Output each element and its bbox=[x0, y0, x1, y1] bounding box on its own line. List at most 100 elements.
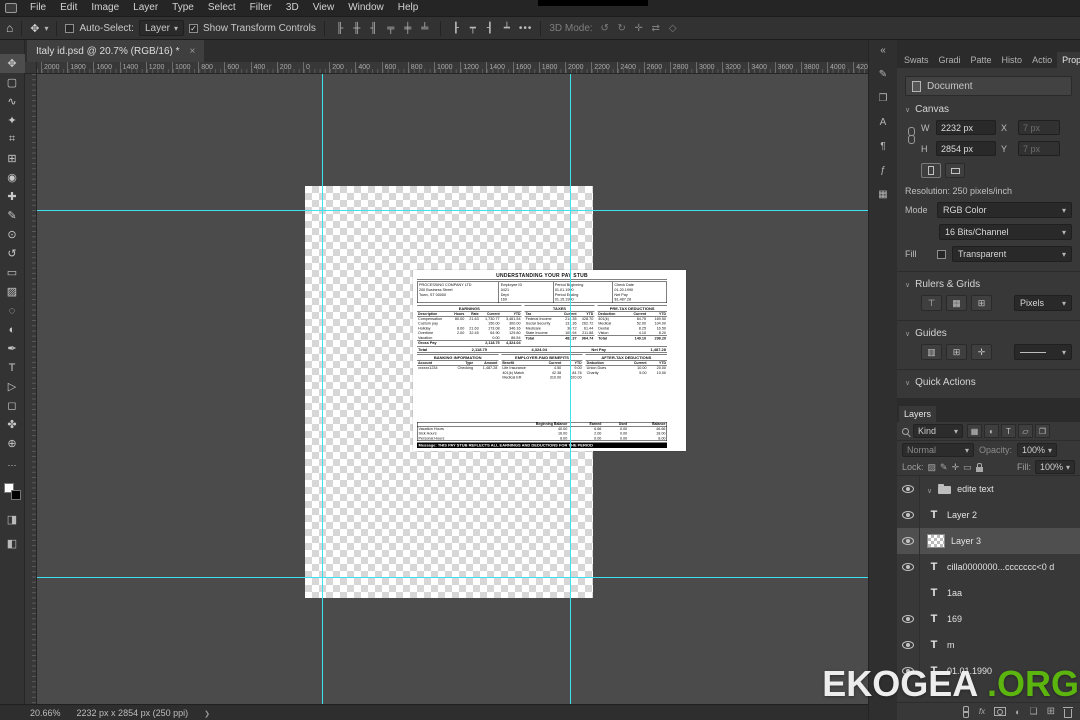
horizontal-guide[interactable] bbox=[37, 210, 868, 211]
color-swatches[interactable] bbox=[3, 483, 21, 500]
close-tab-icon[interactable] bbox=[190, 46, 196, 57]
canvas-section-header[interactable]: Canvas bbox=[905, 104, 1072, 115]
eraser-tool[interactable]: ▭ bbox=[0, 263, 25, 282]
new-group-icon[interactable] bbox=[1030, 706, 1038, 717]
layer-row[interactable]: Tm bbox=[897, 632, 1080, 658]
units-dropdown[interactable]: Pixels bbox=[1014, 295, 1072, 311]
filter-type-layers-icon[interactable]: T bbox=[1001, 424, 1016, 438]
libraries-icon[interactable]: ▦ bbox=[878, 189, 887, 200]
menu-select[interactable]: Select bbox=[201, 0, 243, 16]
shape-tool[interactable]: ◻ bbox=[0, 396, 25, 415]
auto-select-target-dropdown[interactable]: Layer bbox=[138, 20, 184, 36]
menu-edit[interactable]: Edit bbox=[53, 0, 84, 16]
dodge-tool[interactable]: ◐ bbox=[0, 320, 25, 339]
zoom-tool[interactable]: ⊕ bbox=[0, 434, 25, 453]
gradient-tool[interactable]: ▨ bbox=[0, 282, 25, 301]
panel-tab-swats[interactable]: Swats bbox=[899, 52, 934, 68]
bit-depth-dropdown[interactable]: 16 Bits/Channel bbox=[939, 224, 1072, 240]
blur-tool[interactable]: ◌ bbox=[0, 301, 25, 320]
document-selector[interactable]: Document bbox=[905, 76, 1072, 96]
type-tool[interactable]: T bbox=[0, 358, 25, 377]
menu-view[interactable]: View bbox=[306, 0, 342, 16]
edit-toolbar-icon[interactable] bbox=[8, 455, 17, 473]
crop-tool[interactable]: ⌗ bbox=[0, 130, 25, 149]
menu-file[interactable]: File bbox=[23, 0, 53, 16]
filter-shape-layers-icon[interactable]: ▱ bbox=[1018, 424, 1033, 438]
caret-down-icon[interactable] bbox=[44, 23, 48, 34]
pen-tool[interactable]: ✒ bbox=[0, 339, 25, 358]
lock-artboard-icon[interactable]: ▭ bbox=[963, 462, 972, 473]
menu-layer[interactable]: Layer bbox=[126, 0, 165, 16]
vertical-ruler[interactable] bbox=[25, 74, 37, 704]
brush-tool[interactable]: ✎ bbox=[0, 206, 25, 225]
filter-pixel-layers-icon[interactable]: ▦ bbox=[967, 424, 982, 438]
lock-all-icon[interactable] bbox=[975, 462, 983, 472]
menu-filter[interactable]: Filter bbox=[243, 0, 279, 16]
clear-guides-icon[interactable]: ✛ bbox=[971, 344, 992, 360]
layer-row[interactable]: T Layer 2 bbox=[897, 502, 1080, 528]
visibility-toggle[interactable] bbox=[897, 554, 920, 580]
paragraph-icon[interactable]: ¶ bbox=[880, 141, 885, 152]
chevron-down-icon[interactable] bbox=[927, 480, 932, 498]
visibility-toggle[interactable] bbox=[897, 528, 920, 554]
vertical-guide[interactable] bbox=[570, 74, 571, 704]
horizontal-ruler[interactable]: 2000 1800 1600 1400 1200 1000 800 600 400 200 0 200… bbox=[37, 62, 868, 74]
filter-smart-objects-icon[interactable]: ❐ bbox=[1035, 424, 1050, 438]
layer-row[interactable]: T 169 bbox=[897, 606, 1080, 632]
brush-settings-icon[interactable]: ✎ bbox=[879, 69, 887, 80]
color-mode-dropdown[interactable]: RGB Color bbox=[937, 202, 1072, 218]
toggle-snap-icon[interactable]: ⊞ bbox=[971, 295, 992, 311]
toggle-rulers-icon[interactable]: ⊤ bbox=[921, 295, 942, 311]
menu-help[interactable]: Help bbox=[391, 0, 426, 16]
clone-source-icon[interactable]: ❐ bbox=[879, 93, 888, 104]
align-bottom-icon[interactable]: ╧ bbox=[418, 23, 432, 34]
menu-3d[interactable]: 3D bbox=[279, 0, 306, 16]
menu-window[interactable]: Window bbox=[341, 0, 391, 16]
distribute-right-icon[interactable]: ┨ bbox=[483, 23, 497, 34]
lock-guides-icon[interactable]: ⊞ bbox=[946, 344, 967, 360]
align-left-icon[interactable]: ╟ bbox=[333, 23, 347, 34]
adjustment-layer-icon[interactable] bbox=[1015, 707, 1020, 717]
guides-section-header[interactable]: Guides bbox=[905, 328, 1072, 339]
align-top-icon[interactable]: ╤ bbox=[384, 23, 398, 34]
3d-slide-icon[interactable]: ⇄ bbox=[649, 23, 663, 34]
frame-tool[interactable]: ⊞ bbox=[0, 149, 25, 168]
layer-row[interactable]: Tcilla0000000...ccccccc<0 d bbox=[897, 554, 1080, 580]
healing-brush-tool[interactable]: ✚ bbox=[0, 187, 25, 206]
distribute-left-icon[interactable]: ┠ bbox=[449, 23, 463, 34]
marquee-tool[interactable]: ▢ bbox=[0, 73, 25, 92]
background-color-swatch[interactable] bbox=[10, 490, 21, 500]
align-center-horizontal-icon[interactable]: ╫ bbox=[350, 23, 364, 34]
panel-tab-patte[interactable]: Patte bbox=[966, 52, 997, 68]
3d-roll-icon[interactable]: ↻ bbox=[615, 23, 629, 34]
portrait-orientation-button[interactable] bbox=[921, 163, 941, 178]
home-icon[interactable] bbox=[6, 21, 13, 35]
layer-mask-icon[interactable] bbox=[994, 707, 1007, 716]
visibility-toggle[interactable] bbox=[897, 580, 920, 606]
layer-effects-icon[interactable] bbox=[979, 707, 985, 716]
3d-rotate-icon[interactable]: ↺ bbox=[598, 23, 612, 34]
lock-position-icon[interactable]: ✛ bbox=[952, 462, 960, 473]
new-layer-icon[interactable] bbox=[1047, 706, 1055, 717]
vertical-guide[interactable] bbox=[322, 74, 323, 704]
layer-row[interactable]: edite text bbox=[897, 476, 1080, 502]
collapse-panels-icon[interactable]: « bbox=[880, 45, 886, 56]
distribute-bottom-icon[interactable]: ┷ bbox=[500, 23, 514, 34]
quick-actions-section-header[interactable]: Quick Actions bbox=[905, 377, 1072, 388]
history-brush-tool[interactable]: ↺ bbox=[0, 244, 25, 263]
visibility-toggle[interactable] bbox=[897, 606, 920, 632]
new-guide-layout-icon[interactable]: ▥ bbox=[921, 344, 942, 360]
align-right-icon[interactable]: ╢ bbox=[367, 23, 381, 34]
menu-type[interactable]: Type bbox=[165, 0, 201, 16]
menu-image[interactable]: Image bbox=[84, 0, 126, 16]
height-input[interactable]: 2854 px bbox=[936, 141, 996, 156]
fill-dropdown[interactable]: Transparent bbox=[952, 246, 1072, 262]
opacity-dropdown[interactable]: 100% bbox=[1017, 443, 1058, 457]
align-center-vertical-icon[interactable]: ╪ bbox=[401, 23, 415, 34]
paystub-image-layer[interactable]: UNDERSTANDING YOUR PAY STUB PROCESSING C… bbox=[413, 270, 686, 451]
document-tab[interactable]: Italy id.psd @ 20.7% (RGB/16) * bbox=[27, 40, 205, 62]
panel-tab-gradi[interactable]: Gradi bbox=[934, 52, 966, 68]
visibility-toggle[interactable] bbox=[897, 632, 920, 658]
filter-kind-dropdown[interactable]: Kind bbox=[913, 424, 963, 438]
quick-mask-icon[interactable] bbox=[7, 510, 17, 528]
